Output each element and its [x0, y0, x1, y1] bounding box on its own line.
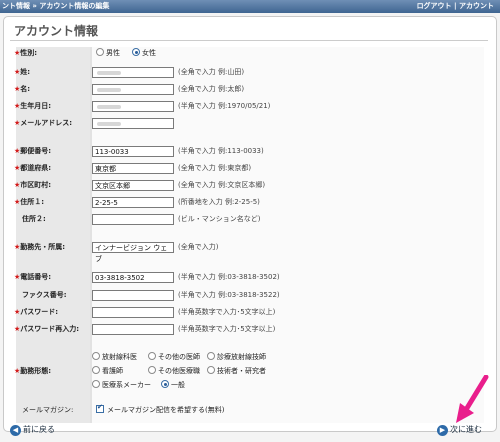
work-option-general[interactable]: 一般 [161, 380, 185, 390]
postal-label: ★郵便番号: [14, 147, 52, 155]
next-button[interactable]: ▶ 次に進む [437, 423, 482, 437]
sei-hint: (全角で入力 例:山田) [178, 68, 245, 76]
address2-label: 住所２: [22, 215, 46, 223]
city-input[interactable]: 文京区本郷 [92, 180, 174, 191]
fax-input[interactable] [92, 290, 174, 301]
phone-label: ★電話番号: [14, 273, 52, 281]
work-option-manufacturer[interactable]: 医療系メーカー [92, 380, 151, 390]
company-input[interactable]: インナービジョン ウェブ [92, 242, 174, 263]
phone-hint: (半角で入力 例:03-3818-3502) [178, 273, 280, 281]
address1-hint: (所番地を入力 例:2-25-5) [178, 198, 260, 206]
password-confirm-input[interactable] [92, 324, 174, 335]
city-hint: (全角で入力 例:文京区本郷) [178, 181, 266, 189]
arrow-left-icon: ◀ [10, 424, 21, 436]
gender-female-radio[interactable]: 女性 [132, 48, 156, 58]
sei-label: ★姓: [14, 68, 31, 76]
prefecture-hint: (全角で入力 例:東京都) [178, 164, 252, 172]
mei-label: ★名: [14, 85, 31, 93]
mailmag-checkbox[interactable]: メールマガジン配信を希望する(無料) [96, 403, 224, 415]
radio-icon[interactable] [92, 366, 100, 374]
fax-hint: (半角で入力 例:03-3818-3522) [178, 291, 280, 299]
email-label: ★メールアドレス: [14, 119, 73, 127]
radio-icon[interactable] [207, 352, 215, 360]
postal-hint: (半角で入力 例:113-0033) [178, 147, 264, 155]
header-links[interactable]: ログアウト | アカウント [417, 0, 494, 13]
mei-input[interactable] [92, 84, 174, 95]
email-input[interactable] [92, 118, 174, 129]
back-button[interactable]: ◀ 前に戻る [10, 423, 55, 437]
gender-male-radio[interactable]: 男性 [96, 48, 120, 58]
mailmag-label: メールマガジン: [22, 406, 74, 414]
mei-hint: (全角で入力 例:太郎) [178, 85, 245, 93]
work-option-engineer[interactable]: 技術者・研究者 [207, 366, 266, 376]
gender-label: ★性別: [14, 49, 38, 57]
password-label: ★パスワード: [14, 308, 59, 316]
work-option-radiologist[interactable]: 放射線科医 [92, 352, 137, 362]
work-option-other-doctor[interactable]: その他の医師 [148, 352, 200, 362]
radio-icon[interactable] [92, 352, 100, 360]
arrow-right-icon: ▶ [437, 424, 448, 436]
address2-input[interactable] [92, 214, 174, 225]
password-confirm-hint: (半角英数字で入力･5文字以上) [178, 325, 276, 333]
fax-label: ファクス番号: [22, 291, 67, 299]
company-label: ★勤務先・所属: [14, 243, 66, 251]
address1-input[interactable]: 2-25-5 [92, 197, 174, 208]
work-option-other-medical[interactable]: その他医療職 [148, 366, 200, 376]
address2-hint: (ビル・マンション名など) [178, 215, 261, 223]
content-area: アカウント情報 [0, 13, 500, 442]
city-label: ★市区町村: [14, 181, 52, 189]
birthday-hint: (半角で入力 例:1970/05/21) [178, 102, 271, 110]
password-confirm-label: ★パスワード再入力: [14, 325, 80, 333]
checkbox-icon[interactable] [96, 403, 104, 413]
work-option-radiology-tech[interactable]: 診療放射線技師 [207, 352, 266, 362]
sei-input[interactable] [92, 67, 174, 78]
radio-icon[interactable] [96, 48, 104, 56]
radio-icon[interactable] [207, 366, 215, 374]
breadcrumb: ント情報 » アカウント情報の編集 [2, 2, 110, 10]
password-input[interactable] [92, 307, 174, 318]
company-hint: (全角で入力) [178, 243, 219, 251]
title-divider [10, 40, 488, 41]
page-title: アカウント情報 [14, 24, 99, 38]
pointer-arrow-icon [456, 375, 489, 423]
address1-label: ★住所１: [14, 198, 45, 206]
work-label: ★勤務形態: [14, 367, 52, 375]
radio-selected-icon[interactable] [161, 380, 169, 388]
radio-icon[interactable] [148, 352, 156, 360]
radio-icon[interactable] [92, 380, 100, 388]
password-hint: (半角英数字で入力･5文字以上) [178, 308, 276, 316]
top-bar: ント情報 » アカウント情報の編集 ログアウト | アカウント [0, 0, 500, 13]
birthday-input[interactable] [92, 101, 174, 112]
prefecture-input[interactable]: 東京都 [92, 163, 174, 174]
radio-icon[interactable] [148, 366, 156, 374]
prefecture-label: ★都道府県: [14, 164, 52, 172]
work-option-nurse[interactable]: 看護師 [92, 366, 123, 376]
birthday-label: ★生年月日: [14, 102, 52, 110]
radio-selected-icon[interactable] [132, 48, 140, 56]
postal-input[interactable]: 113-0033 [92, 146, 174, 157]
phone-input[interactable]: 03-3818-3502 [92, 272, 174, 283]
